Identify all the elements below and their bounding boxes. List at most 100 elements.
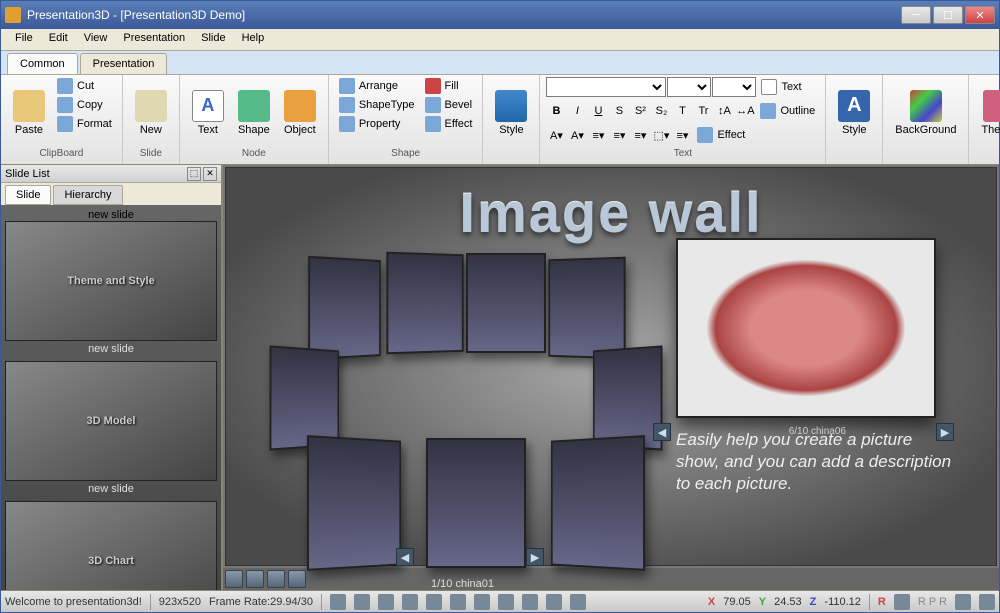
menu-file[interactable]: File xyxy=(7,29,41,50)
subscript-button[interactable]: S₂ xyxy=(651,101,671,121)
gallery-thumb-front[interactable] xyxy=(426,438,526,568)
window-controls: ─ ☐ ✕ xyxy=(901,6,995,24)
bevel-button[interactable]: Bevel xyxy=(421,96,477,114)
status-icon[interactable] xyxy=(522,594,538,610)
gallery-thumb[interactable] xyxy=(551,435,645,571)
status-resolution: 923x520 xyxy=(159,596,201,608)
status-icon[interactable] xyxy=(546,594,562,610)
status-rpr-icon[interactable]: R P R xyxy=(918,596,947,608)
status-icon[interactable] xyxy=(955,594,971,610)
new-slide-badge: new slide xyxy=(88,209,134,221)
minimize-button[interactable]: ─ xyxy=(901,6,931,24)
font-variant-select[interactable] xyxy=(712,77,756,97)
status-icon[interactable] xyxy=(979,594,995,610)
indent-button[interactable]: ⬚▾ xyxy=(651,125,671,145)
text-spacing-button[interactable]: Tr xyxy=(693,101,713,121)
status-r-icon[interactable]: R xyxy=(878,596,886,608)
font-family-select[interactable] xyxy=(546,77,666,97)
status-icon[interactable] xyxy=(354,594,370,610)
line-spacing-button[interactable]: ≡▾ xyxy=(672,125,692,145)
tab-common[interactable]: Common xyxy=(7,53,78,74)
format-button[interactable]: Format xyxy=(53,115,116,133)
tab-slide-list[interactable]: Slide xyxy=(5,185,51,205)
font-size-select[interactable] xyxy=(667,77,711,97)
ribbon: Paste Cut Copy Format ClipBoard New Slid… xyxy=(1,75,999,165)
close-button[interactable]: ✕ xyxy=(965,6,995,24)
canvas-tool-3[interactable] xyxy=(267,570,285,588)
gallery-thumb[interactable] xyxy=(466,253,546,353)
font-color-button[interactable]: A▾ xyxy=(546,125,566,145)
menu-presentation[interactable]: Presentation xyxy=(115,29,193,50)
status-icon[interactable] xyxy=(378,594,394,610)
property-button[interactable]: Property xyxy=(335,115,419,133)
status-icon[interactable] xyxy=(402,594,418,610)
tab-presentation[interactable]: Presentation xyxy=(80,53,168,74)
tab-hierarchy[interactable]: Hierarchy xyxy=(53,185,122,205)
new-slide-button[interactable]: New xyxy=(129,77,173,148)
object-button[interactable]: Object xyxy=(278,77,322,148)
status-icon[interactable] xyxy=(450,594,466,610)
fill-button[interactable]: Fill xyxy=(421,77,477,95)
cut-button[interactable]: Cut xyxy=(53,77,116,95)
shape-button[interactable]: Shape xyxy=(232,77,276,148)
gallery-thumb[interactable] xyxy=(308,256,381,360)
italic-button[interactable]: I xyxy=(567,101,587,121)
text-case-button[interactable]: T xyxy=(672,101,692,121)
status-icon[interactable] xyxy=(570,594,586,610)
status-icon[interactable] xyxy=(498,594,514,610)
menu-view[interactable]: View xyxy=(76,29,116,50)
text-effect-button[interactable]: Effect xyxy=(693,125,749,145)
status-y-label: Y xyxy=(759,596,766,608)
strike-button[interactable]: S xyxy=(609,101,629,121)
group-label-shape: Shape xyxy=(335,148,477,162)
theme-button[interactable]: Theme xyxy=(975,77,1000,148)
slide-canvas[interactable]: Image wall ◀ ▶ 1/10 china01 ◀ xyxy=(225,167,997,566)
canvas-tool-1[interactable] xyxy=(225,570,243,588)
copy-button[interactable]: Copy xyxy=(53,96,116,114)
status-icon[interactable] xyxy=(426,594,442,610)
panel-close-button[interactable]: ✕ xyxy=(203,167,217,181)
gallery-thumb[interactable] xyxy=(548,257,625,360)
paste-button[interactable]: Paste xyxy=(7,77,51,148)
text-height-button[interactable]: ↕A xyxy=(714,101,734,121)
menu-slide[interactable]: Slide xyxy=(193,29,233,50)
status-icon[interactable] xyxy=(474,594,490,610)
canvas-tool-4[interactable] xyxy=(288,570,306,588)
status-y: 24.53 xyxy=(774,596,802,608)
text-width-button[interactable]: ↔A xyxy=(735,101,755,121)
menu-help[interactable]: Help xyxy=(234,29,273,50)
text-style-button[interactable]: AStyle xyxy=(832,77,876,148)
text-outline-button[interactable]: Outline xyxy=(756,101,819,121)
slide-thumb-1[interactable]: Theme and Style new slide xyxy=(5,221,217,357)
shape-effect-button[interactable]: Effect xyxy=(421,115,477,133)
superscript-button[interactable]: S² xyxy=(630,101,650,121)
slide-thumb-2[interactable]: 3D Model new slide xyxy=(5,361,217,497)
maximize-button[interactable]: ☐ xyxy=(933,6,963,24)
featured-prev-button[interactable]: ◀ xyxy=(653,423,671,441)
gallery-thumb[interactable] xyxy=(386,252,463,355)
text-text-button[interactable]: Text xyxy=(757,77,805,97)
slide-list[interactable]: new slide Theme and Style new slide 3D M… xyxy=(1,205,221,590)
status-icon[interactable] xyxy=(330,594,346,610)
shapetype-button[interactable]: ShapeType xyxy=(335,96,419,114)
bold-button[interactable]: B xyxy=(546,101,566,121)
underline-button[interactable]: U xyxy=(588,101,608,121)
numbering-button[interactable]: ≡▾ xyxy=(609,125,629,145)
canvas-tool-2[interactable] xyxy=(246,570,264,588)
status-icon[interactable] xyxy=(894,594,910,610)
bullets-button[interactable]: ≡▾ xyxy=(588,125,608,145)
gallery-thumb[interactable] xyxy=(270,345,339,450)
style-button[interactable]: Style xyxy=(489,77,533,148)
gallery-prev-button[interactable]: ◀ xyxy=(396,548,414,566)
align-button[interactable]: ≡▾ xyxy=(630,125,650,145)
text-button[interactable]: AText xyxy=(186,77,230,148)
highlight-button[interactable]: A▾ xyxy=(567,125,587,145)
panel-undock-button[interactable]: ⬚ xyxy=(187,167,201,181)
gallery-thumb[interactable] xyxy=(307,435,401,571)
arrange-button[interactable]: Arrange xyxy=(335,77,419,95)
gallery-next-button[interactable]: ▶ xyxy=(526,548,544,566)
slide-thumb-3[interactable]: 3D Chart new slide xyxy=(5,501,217,590)
featured-image[interactable] xyxy=(676,238,936,418)
background-button[interactable]: BackGround xyxy=(889,77,962,148)
menu-edit[interactable]: Edit xyxy=(41,29,76,50)
